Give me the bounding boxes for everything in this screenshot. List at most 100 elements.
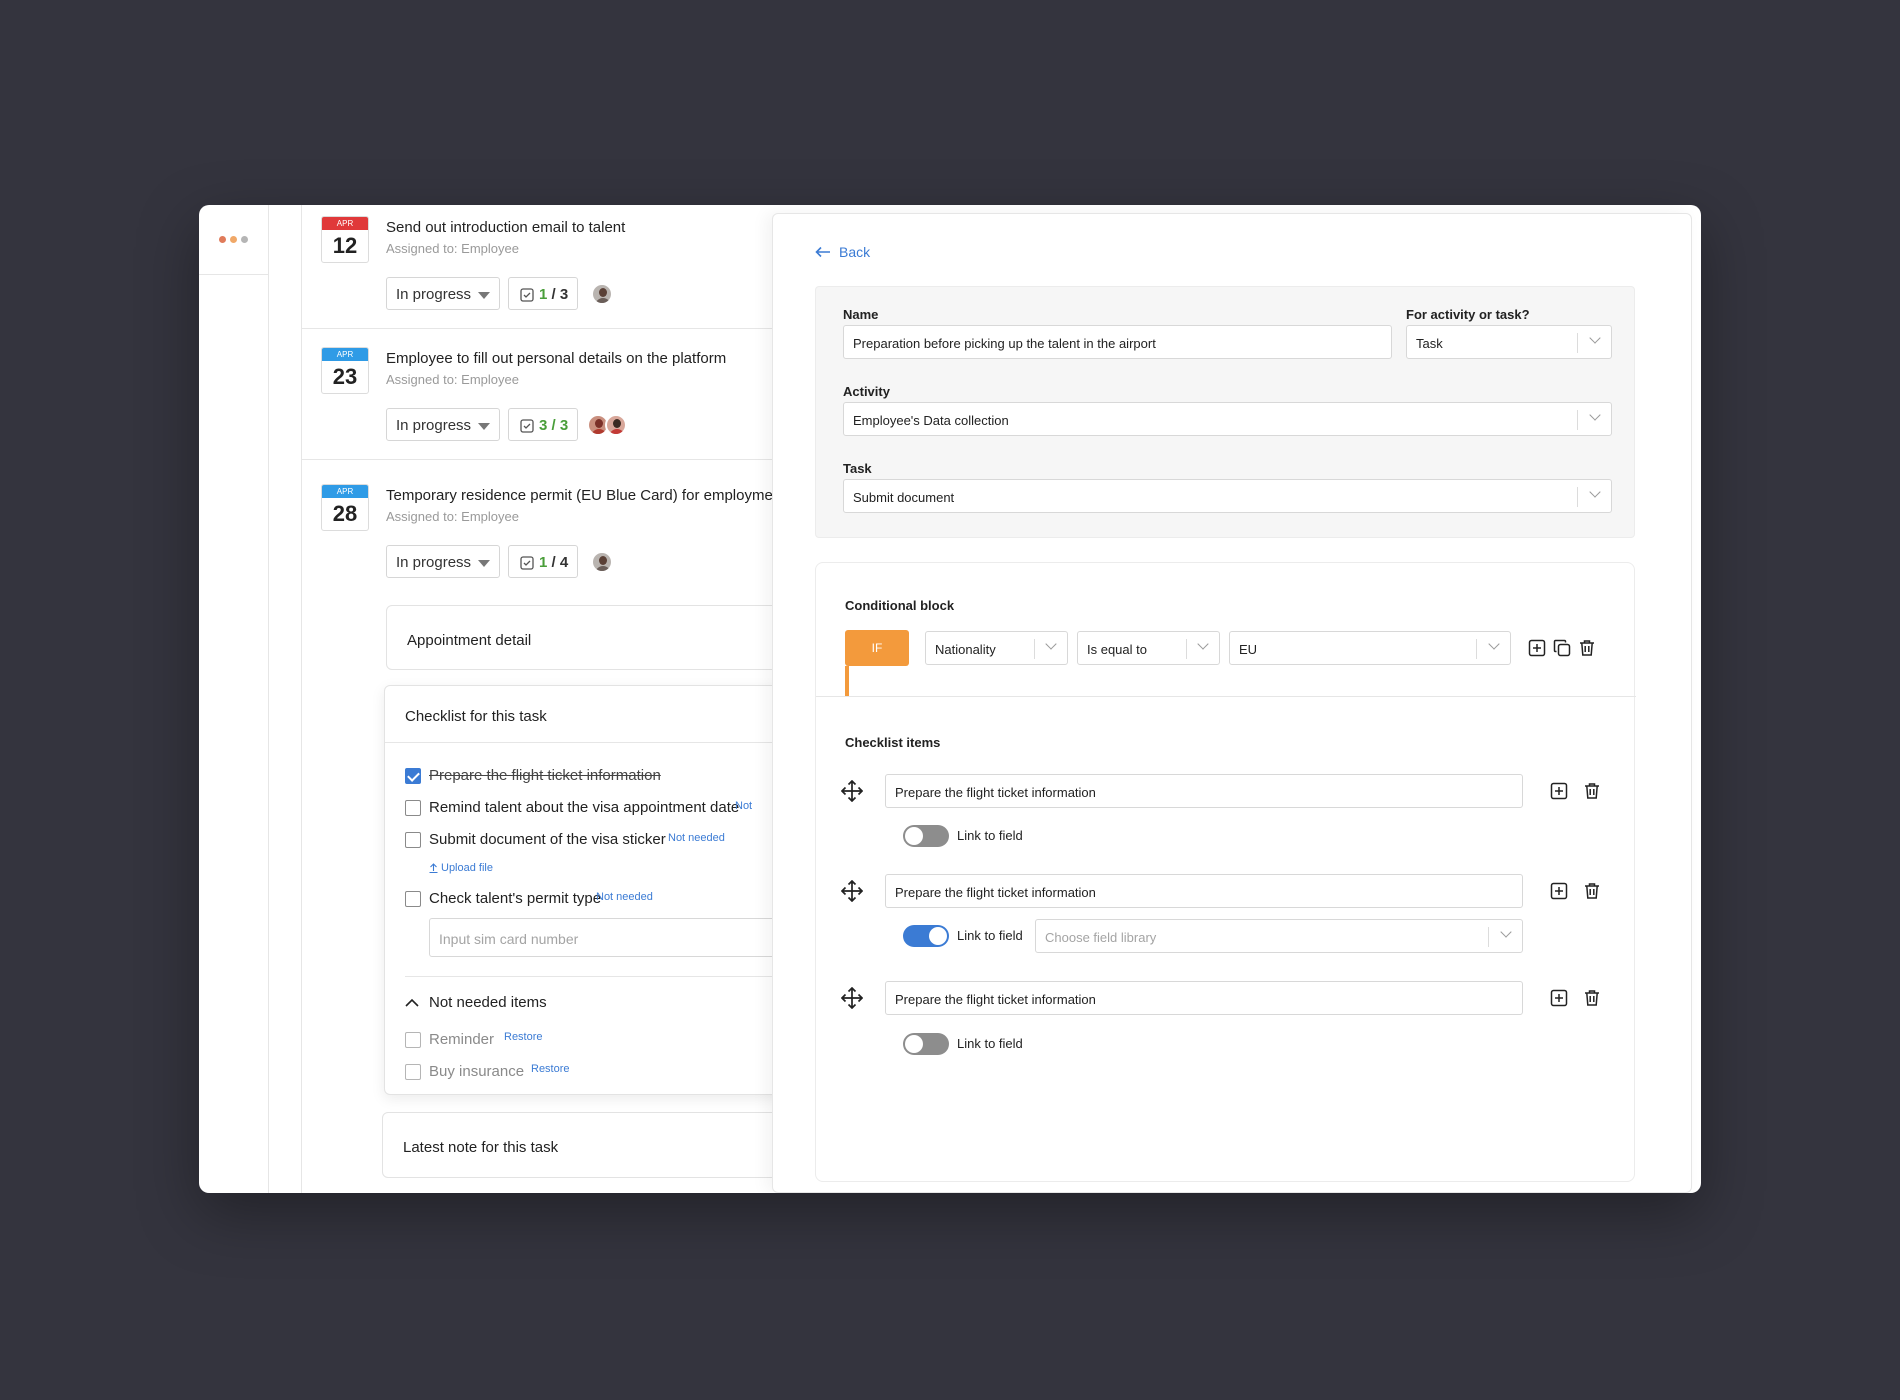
- sim-card-input[interactable]: Input sim card number: [429, 918, 789, 957]
- appointment-detail-title: Appointment detail: [407, 632, 532, 649]
- drag-handle-icon[interactable]: [841, 880, 863, 902]
- condition-field-value: Nationality: [935, 642, 996, 657]
- avatar[interactable]: [591, 283, 613, 305]
- left-rail: [199, 205, 269, 1193]
- appointment-detail-card[interactable]: Appointment detail: [386, 605, 786, 670]
- calendar-month: APR: [322, 348, 368, 361]
- not-needed-item: Buy insurance: [429, 1063, 525, 1080]
- avatar[interactable]: [605, 414, 627, 436]
- status-label: In progress: [396, 417, 472, 434]
- name-input[interactable]: Preparation before picking up the talent…: [843, 325, 1392, 359]
- upload-file-link[interactable]: Upload file: [429, 862, 493, 874]
- task-assigned: Assigned to: Employee: [386, 241, 519, 256]
- restore-link[interactable]: Restore: [504, 1031, 543, 1043]
- checkbox-icon: [520, 288, 534, 302]
- checklist-item-input[interactable]: Prepare the flight ticket information: [885, 774, 1523, 808]
- calendar-day: 12: [332, 233, 358, 258]
- caret-down-icon: [478, 423, 490, 430]
- avatar[interactable]: [591, 551, 613, 573]
- checklist-counter[interactable]: 1 / 4: [508, 545, 578, 578]
- trash-icon[interactable]: [1583, 882, 1601, 900]
- divider: [385, 742, 805, 743]
- not-needed-link[interactable]: Not needed: [668, 832, 725, 844]
- link-to-field-toggle[interactable]: [903, 825, 949, 847]
- calendar-day: 23: [332, 364, 358, 389]
- duplicate-icon[interactable]: [1553, 639, 1571, 657]
- checkbox-icon: [520, 556, 534, 570]
- caret-down-icon: [478, 292, 490, 299]
- counter-value: 1 / 3: [539, 286, 569, 303]
- select-separator: [1488, 927, 1489, 947]
- for-activity-select[interactable]: Task: [1406, 325, 1612, 359]
- drag-handle-icon[interactable]: [841, 780, 863, 802]
- control-dot[interactable]: [241, 236, 248, 243]
- add-condition-icon[interactable]: [1528, 639, 1546, 657]
- select-separator: [1577, 333, 1578, 353]
- task-assigned: Assigned to: Employee: [386, 372, 519, 387]
- status-dropdown[interactable]: In progress: [386, 408, 500, 441]
- back-label: Back: [839, 244, 871, 260]
- task-select[interactable]: Submit document: [843, 479, 1612, 513]
- add-item-icon[interactable]: [1550, 782, 1568, 800]
- condition-field-select[interactable]: Nationality: [925, 631, 1068, 665]
- upload-icon: [429, 863, 438, 873]
- select-separator: [1186, 639, 1187, 659]
- control-dot[interactable]: [230, 236, 237, 243]
- checklist-item-input[interactable]: Prepare the flight ticket information: [885, 981, 1523, 1015]
- link-to-field-toggle[interactable]: [903, 925, 949, 947]
- not-needed-link[interactable]: Not: [735, 800, 752, 812]
- checklist-item: Check talent's permit type: [429, 890, 602, 907]
- task-label: Task: [843, 461, 872, 476]
- not-needed-link[interactable]: Not needed: [596, 891, 653, 903]
- restore-link[interactable]: Restore: [531, 1063, 570, 1075]
- checklist-item-input[interactable]: Prepare the flight ticket information: [885, 874, 1523, 908]
- task-title[interactable]: Employee to fill out personal details on…: [386, 350, 726, 367]
- activity-label: Activity: [843, 384, 890, 399]
- checkbox[interactable]: [405, 1064, 421, 1080]
- condition-value: EU: [1239, 642, 1258, 657]
- activity-value: Employee's Data collection: [853, 413, 1009, 428]
- task-title[interactable]: Send out introduction email to talent: [386, 219, 625, 236]
- trash-icon[interactable]: [1583, 782, 1601, 800]
- checklist-item: Remind talent about the visa appointment…: [429, 799, 740, 816]
- select-separator: [1034, 639, 1035, 659]
- trash-icon[interactable]: [1583, 989, 1601, 1007]
- calendar-day: 28: [332, 501, 358, 526]
- add-item-icon[interactable]: [1550, 989, 1568, 1007]
- condition-operator-value: Is equal to: [1087, 642, 1147, 657]
- checkbox[interactable]: [405, 768, 421, 784]
- counter-value: 1 / 4: [539, 554, 569, 571]
- trash-icon[interactable]: [1578, 639, 1596, 657]
- checklist-counter[interactable]: 1 / 3: [508, 277, 578, 310]
- checklist-counter[interactable]: 3 / 3: [508, 408, 578, 441]
- checkbox-icon: [520, 419, 534, 433]
- if-badge: IF: [845, 630, 909, 666]
- chevron-down-icon: [1045, 638, 1057, 650]
- latest-note-title: Latest note for this task: [403, 1139, 559, 1156]
- task-title[interactable]: Temporary residence permit (EU Blue Card…: [386, 487, 781, 504]
- field-library-select[interactable]: Choose field library: [1035, 919, 1523, 953]
- back-button[interactable]: Back: [815, 244, 870, 260]
- checkbox[interactable]: [405, 800, 421, 816]
- latest-note-card[interactable]: Latest note for this task: [382, 1112, 802, 1178]
- checkbox[interactable]: [405, 891, 421, 907]
- conditional-block-title: Conditional block: [845, 598, 955, 613]
- edit-panel: Back Name Preparation before picking up …: [772, 213, 1692, 1193]
- checkbox[interactable]: [405, 1032, 421, 1048]
- status-dropdown[interactable]: In progress: [386, 277, 500, 310]
- activity-select[interactable]: Employee's Data collection: [843, 402, 1612, 436]
- not-needed-toggle[interactable]: Not needed items: [405, 994, 547, 1011]
- counter-value: 3 / 3: [539, 417, 569, 434]
- calendar-icon: APR 28: [321, 484, 369, 531]
- condition-operator-select[interactable]: Is equal to: [1077, 631, 1220, 665]
- control-dot[interactable]: [219, 236, 226, 243]
- status-dropdown[interactable]: In progress: [386, 545, 500, 578]
- add-item-icon[interactable]: [1550, 882, 1568, 900]
- link-to-field-toggle[interactable]: [903, 1033, 949, 1055]
- drag-handle-icon[interactable]: [841, 987, 863, 1009]
- checkbox[interactable]: [405, 832, 421, 848]
- chevron-down-icon: [1589, 486, 1601, 498]
- for-activity-label: For activity or task?: [1406, 307, 1530, 322]
- chevron-down-icon: [1500, 926, 1512, 938]
- condition-value-select[interactable]: EU: [1229, 631, 1511, 665]
